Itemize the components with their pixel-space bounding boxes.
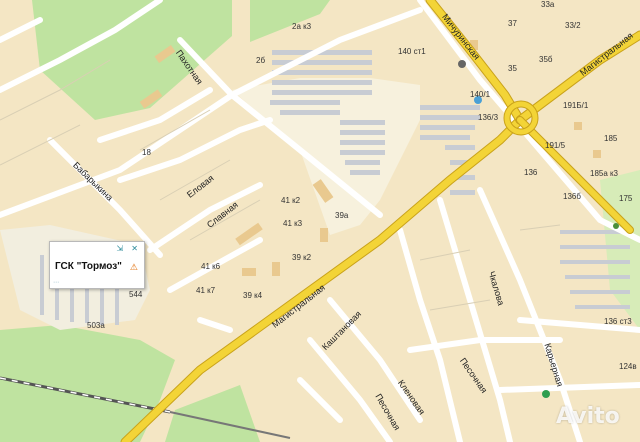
- house-number: 41 к2: [281, 196, 301, 205]
- popup-resize-icon[interactable]: ⋯: [53, 279, 59, 286]
- house-number: 35б: [539, 55, 553, 64]
- popup-title: ГСК "Тормоз": [55, 261, 122, 272]
- house-number: 124в: [619, 362, 637, 371]
- house-number: 140/1: [470, 90, 491, 99]
- house-number: 2б: [256, 56, 266, 65]
- house-number: 544: [129, 290, 143, 299]
- house-number: 136: [524, 168, 538, 177]
- house-number: 18: [142, 148, 151, 157]
- house-number: 41 к3: [283, 219, 303, 228]
- house-number: 136 ст3: [604, 317, 632, 326]
- house-number: 41 к6: [201, 262, 221, 271]
- house-number: 503а: [87, 321, 105, 330]
- house-number: 136/3: [478, 113, 499, 122]
- house-number: 185: [604, 134, 618, 143]
- house-number: 140 ст1: [398, 47, 426, 56]
- house-number: 191Б/1: [563, 101, 589, 110]
- house-number: 37: [508, 19, 517, 28]
- house-number: 39 к4: [243, 291, 263, 300]
- house-number: 35: [508, 64, 517, 73]
- house-number: 2а к3: [292, 22, 312, 31]
- house-number: 41 к7: [196, 286, 216, 295]
- house-number: 39а: [335, 211, 349, 220]
- house-number: 136б: [563, 192, 581, 201]
- house-number: 33а: [541, 0, 555, 9]
- house-number: 39 к2: [292, 253, 312, 262]
- map-canvas[interactable]: [0, 0, 640, 442]
- house-number: 185а к3: [590, 169, 618, 178]
- house-number: 191/5: [545, 141, 566, 150]
- warning-icon: ⚠: [129, 262, 138, 272]
- popup-controls[interactable]: ⇲ ✕: [116, 244, 141, 253]
- avito-watermark: Avito: [556, 404, 620, 429]
- house-number: 33/2: [565, 21, 581, 30]
- house-number: 175: [619, 194, 633, 203]
- object-popup[interactable]: ⇲ ✕ ГСК "Тормоз" ⚠ ⋯: [49, 241, 145, 289]
